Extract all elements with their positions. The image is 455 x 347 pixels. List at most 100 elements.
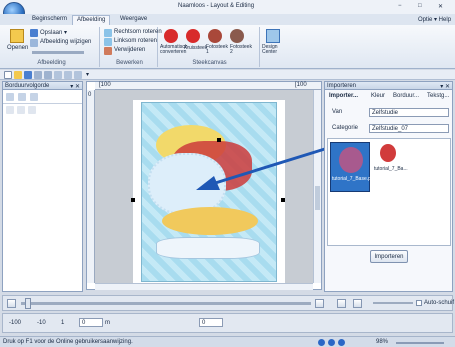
design-center-button[interactable]: Design Center [262,45,284,55]
tab-kleur[interactable]: Kleur [371,93,385,99]
value-input[interactable]: 0 [79,318,103,327]
help-icon[interactable] [74,71,82,79]
tab-afbeelding[interactable]: Afbeelding [72,15,111,25]
afbeelding-wijzigen-button[interactable]: Afbeelding wijzigen [40,39,91,45]
progress-track[interactable] [21,302,311,305]
auto-scroll-checkbox[interactable] [416,300,422,306]
close-button[interactable]: ✕ [438,3,443,10]
folder-open-icon [10,29,24,43]
import-panel-title: Importeren [327,83,357,89]
window-title: Naamloos - Layout & Editing [178,3,255,9]
lock-icon[interactable] [17,106,25,114]
yellow-ribbon-shape [162,207,258,235]
ruler-h-label-right: [100 [295,82,307,88]
importeren-button[interactable]: Importeren [370,250,408,263]
import-panel-pin-close[interactable]: ▾ ✕ [440,83,450,90]
status-icon[interactable] [328,339,335,346]
field-move-1[interactable]: 1 [61,320,64,326]
vertical-ruler: 0 [87,90,95,283]
ruler-v-label: 0 [88,92,92,98]
fotosteek-1-button[interactable]: Fotosteek 1 [206,45,228,55]
tab-weergave[interactable]: Weergave [116,15,151,25]
progress-handle[interactable] [25,298,31,309]
thumbnail-label: tutorial_7_Ba... [374,166,408,172]
options-help-menu[interactable]: Optie ▾ Help [418,16,451,23]
zoom-slider[interactable] [396,342,444,344]
transparency-slider[interactable] [32,51,84,54]
group-afbeelding: Openen Opslaan ▾ Afbeelding wijzigen Afb… [4,27,100,67]
rewind-icon[interactable] [7,299,16,308]
image-edit-icon [30,39,38,47]
redo-icon[interactable] [44,71,52,79]
stop-icon[interactable] [353,299,362,308]
group-label-bewerken: Bewerken [116,60,143,66]
cross-stitch-apple-icon [186,29,200,43]
undo-icon[interactable] [34,71,42,79]
minimize-button[interactable]: − [398,3,402,9]
tab-beginscherm[interactable]: Beginscherm [28,15,71,25]
percent-input-text: 0 [202,320,206,326]
selection-handle-left[interactable] [131,198,135,202]
tab-borduur[interactable]: Borduur... [393,93,419,99]
blank-banner-shape [156,237,260,259]
quick-access-toolbar: ▾ [0,70,455,80]
photo-stitch-2-icon [230,29,244,43]
kruissteek-button[interactable]: Kruissteek [184,45,207,51]
panel-pin-close[interactable]: ▾ ✕ [70,83,80,90]
thumbnail[interactable]: tutorial_7_Ba... [374,142,414,192]
thumbnail-label: tutorial_7_Base.pes [332,176,377,182]
horizontal-scrollbar[interactable] [95,283,313,290]
opslaan-button[interactable]: Opslaan ▾ [40,29,67,36]
group-label-steekcanvas: Steekcanvas [192,60,227,66]
color-order-icon[interactable] [18,93,26,101]
verwijderen-button[interactable]: Verwijderen [114,47,145,53]
arrow-annotation [196,146,329,190]
tab-tekstgereedschap[interactable]: Tekstg... [427,93,449,99]
design-center-icon [266,29,280,43]
thumbnail-selected[interactable]: tutorial_7_Base.pes [330,142,377,192]
field-move-10[interactable]: -10 [37,320,46,326]
group-bewerken: Rechtsom roteren Linksom roteren Verwijd… [102,27,162,67]
save-icon [30,29,38,37]
automatisch-converteren-button[interactable]: Automatisch converteren [160,45,188,55]
qat-dropdown[interactable]: ▾ [86,71,89,78]
zoom-level: 98% [376,339,389,345]
open-file-icon[interactable] [14,71,22,79]
new-file-icon[interactable] [4,71,12,79]
fotosteek-2-button[interactable]: Fotosteek 2 [230,45,252,55]
rotate-left-icon [104,38,112,46]
field-move-100[interactable]: -100 [9,320,21,326]
status-bar: Druk op F1 voor de Online gebruikersaanw… [0,336,455,347]
status-icon[interactable] [318,339,325,346]
percent-input[interactable]: 0 [199,318,223,327]
import-panel: Importeren ▾ ✕ Importer... Kleur Borduur… [324,81,453,292]
view-icon[interactable] [6,106,14,114]
categorie-select[interactable]: Zelfstudie_07 [369,124,449,133]
linksom-roteren-button[interactable]: Linksom roteren [114,38,157,44]
play-icon[interactable] [337,299,346,308]
unit-label: m [105,320,110,326]
status-icon[interactable] [338,339,345,346]
end-icon[interactable] [315,299,324,308]
rechtsom-roteren-button[interactable]: Rechtsom roteren [114,29,162,35]
delete-icon [104,47,112,55]
van-select[interactable]: Zelfstudie [369,108,449,117]
animal-icon [339,147,363,173]
title-bar: Naamloos - Layout & Editing − □ ✕ [0,0,455,14]
up-icon[interactable] [28,106,36,114]
speed-slider[interactable] [373,302,413,304]
rotate-right-icon [104,29,112,37]
maximize-button[interactable]: □ [418,3,422,9]
filter-icon[interactable] [30,93,38,101]
save-file-icon[interactable] [24,71,32,79]
panel-header-import: Importeren ▾ ✕ [325,82,452,90]
apple-icon [164,29,178,43]
sort-icon[interactable] [6,93,14,101]
openen-button[interactable]: Openen [7,45,28,51]
categorie-label: Categorie [332,125,359,131]
tab-importeren[interactable]: Importer... [329,93,358,99]
preview-icon[interactable] [54,71,62,79]
edit-bar: -100 -10 1 0 m 0 [2,313,453,333]
print-icon[interactable] [64,71,72,79]
photo-stitch-1-icon [208,29,222,43]
